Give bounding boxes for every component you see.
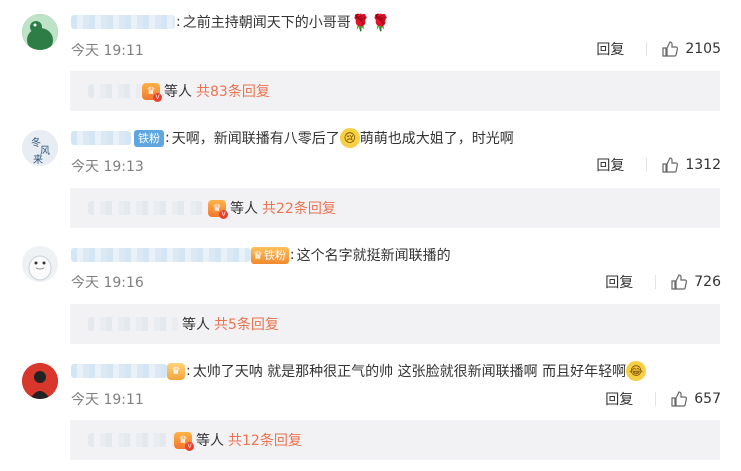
divider xyxy=(655,275,657,289)
thread-suffix: 等人 xyxy=(182,317,210,333)
reply-button[interactable]: 回复 xyxy=(596,155,624,175)
comment-time: 今天 19:16 xyxy=(71,275,144,291)
username-blurred[interactable] xyxy=(71,248,251,262)
divider xyxy=(655,392,657,406)
view-replies-link[interactable]: 共22条回复 xyxy=(262,198,336,218)
like-button[interactable]: 1312 xyxy=(661,156,721,174)
comment-line: : 之前主持朝闻天下的小哥哥 🌹 🌹 xyxy=(71,12,391,32)
username-blurred[interactable] xyxy=(71,15,175,29)
colon: : xyxy=(289,247,295,263)
comment-actions: 回复 726 xyxy=(605,272,721,292)
comment-text: 太帅了天呐 就是那种很正气的帅 这张脸就很新闻联播啊 而且好年轻啊 xyxy=(192,364,627,380)
comment-text: 天啊，新闻联播有八零后了 xyxy=(171,131,340,147)
comment-text-cont: 萌萌也成大姐了，时光啊 xyxy=(359,131,514,147)
replier-name-blurred xyxy=(88,433,174,447)
fan-badge: 铁粉 xyxy=(134,129,164,147)
colon: : xyxy=(186,363,191,379)
replier-name-blurred xyxy=(88,201,208,215)
divider xyxy=(646,158,648,172)
comment-actions: 回复 2105 xyxy=(596,39,721,59)
like-button[interactable]: 726 xyxy=(670,273,721,291)
avatar[interactable]: 冬风来 xyxy=(22,130,58,166)
svg-text:来: 来 xyxy=(33,154,43,166)
reply-button[interactable]: 回复 xyxy=(605,272,633,292)
comment-line: 铁粉 : 天啊，新闻联播有八零后了 😢 萌萌也成大姐了，时光啊 xyxy=(71,128,514,148)
thread-suffix: 等人 xyxy=(230,201,258,217)
avatar[interactable] xyxy=(22,14,58,50)
comment-time: 今天 19:13 xyxy=(71,159,144,175)
thumbs-up-icon xyxy=(662,41,679,57)
like-count: 1312 xyxy=(685,157,721,173)
reply-thread-box[interactable]: 等人 共5条回复 xyxy=(70,304,720,344)
vip-crown-icon: ♛ V xyxy=(174,431,194,451)
reply-button[interactable]: 回复 xyxy=(605,389,633,409)
avatar[interactable] xyxy=(22,363,58,399)
like-count: 657 xyxy=(694,391,721,407)
vip-crown-icon: ♛ V xyxy=(142,82,162,102)
comment-time: 今天 19:11 xyxy=(71,392,144,408)
reply-thread-box[interactable]: ♛ V 等人 共83条回复 xyxy=(70,71,720,111)
colon: : xyxy=(165,130,170,146)
vip-crown-icon: ♛ V xyxy=(208,199,228,219)
like-button[interactable]: 657 xyxy=(670,390,721,408)
rose-emoji: 🌹 xyxy=(370,12,391,32)
reply-thread-box[interactable]: ♛ V 等人 共22条回复 xyxy=(70,188,720,228)
comment-actions: 回复 657 xyxy=(605,389,721,409)
like-count: 2105 xyxy=(685,41,721,57)
reply-thread-box[interactable]: ♛ V 等人 共12条回复 xyxy=(70,420,720,460)
colon: : xyxy=(176,14,181,30)
username-blurred[interactable] xyxy=(71,364,167,378)
like-button[interactable]: 2105 xyxy=(661,40,721,58)
laughing-emoji: 😂 xyxy=(626,361,647,381)
vip-crown-icon: ♛ xyxy=(167,362,185,380)
replier-name-blurred xyxy=(88,317,178,331)
thread-suffix: 等人 xyxy=(164,84,192,100)
view-replies-link[interactable]: 共83条回复 xyxy=(196,81,270,101)
crying-emoji: 😢 xyxy=(339,128,360,148)
comment-text: 这个名字就挺新闻联播的 xyxy=(296,248,451,264)
reply-button[interactable]: 回复 xyxy=(596,39,624,59)
replier-name-blurred xyxy=(88,84,142,98)
thumbs-up-icon xyxy=(671,391,688,407)
thumbs-up-icon xyxy=(671,274,688,290)
like-count: 726 xyxy=(694,274,721,290)
comment-time: 今天 19:11 xyxy=(71,43,144,59)
thread-suffix: 等人 xyxy=(196,433,224,449)
view-replies-link[interactable]: 共12条回复 xyxy=(228,430,302,450)
view-replies-link[interactable]: 共5条回复 xyxy=(214,314,279,334)
comment-actions: 回复 1312 xyxy=(596,155,721,175)
comment-text: 之前主持朝闻天下的小哥哥 xyxy=(182,15,351,31)
username-blurred[interactable] xyxy=(71,131,131,145)
comment-line: ♛ 铁粉 : 这个名字就挺新闻联播的 xyxy=(71,245,451,265)
thumbs-up-icon xyxy=(662,157,679,173)
divider xyxy=(646,42,648,56)
comment-line: ♛ : 太帅了天呐 就是那种很正气的帅 这张脸就很新闻联播啊 而且好年轻啊 😂 xyxy=(71,361,647,381)
avatar[interactable] xyxy=(22,246,58,282)
rose-emoji: 🌹 xyxy=(350,12,371,32)
vip-fan-badge: ♛ 铁粉 xyxy=(251,246,289,264)
